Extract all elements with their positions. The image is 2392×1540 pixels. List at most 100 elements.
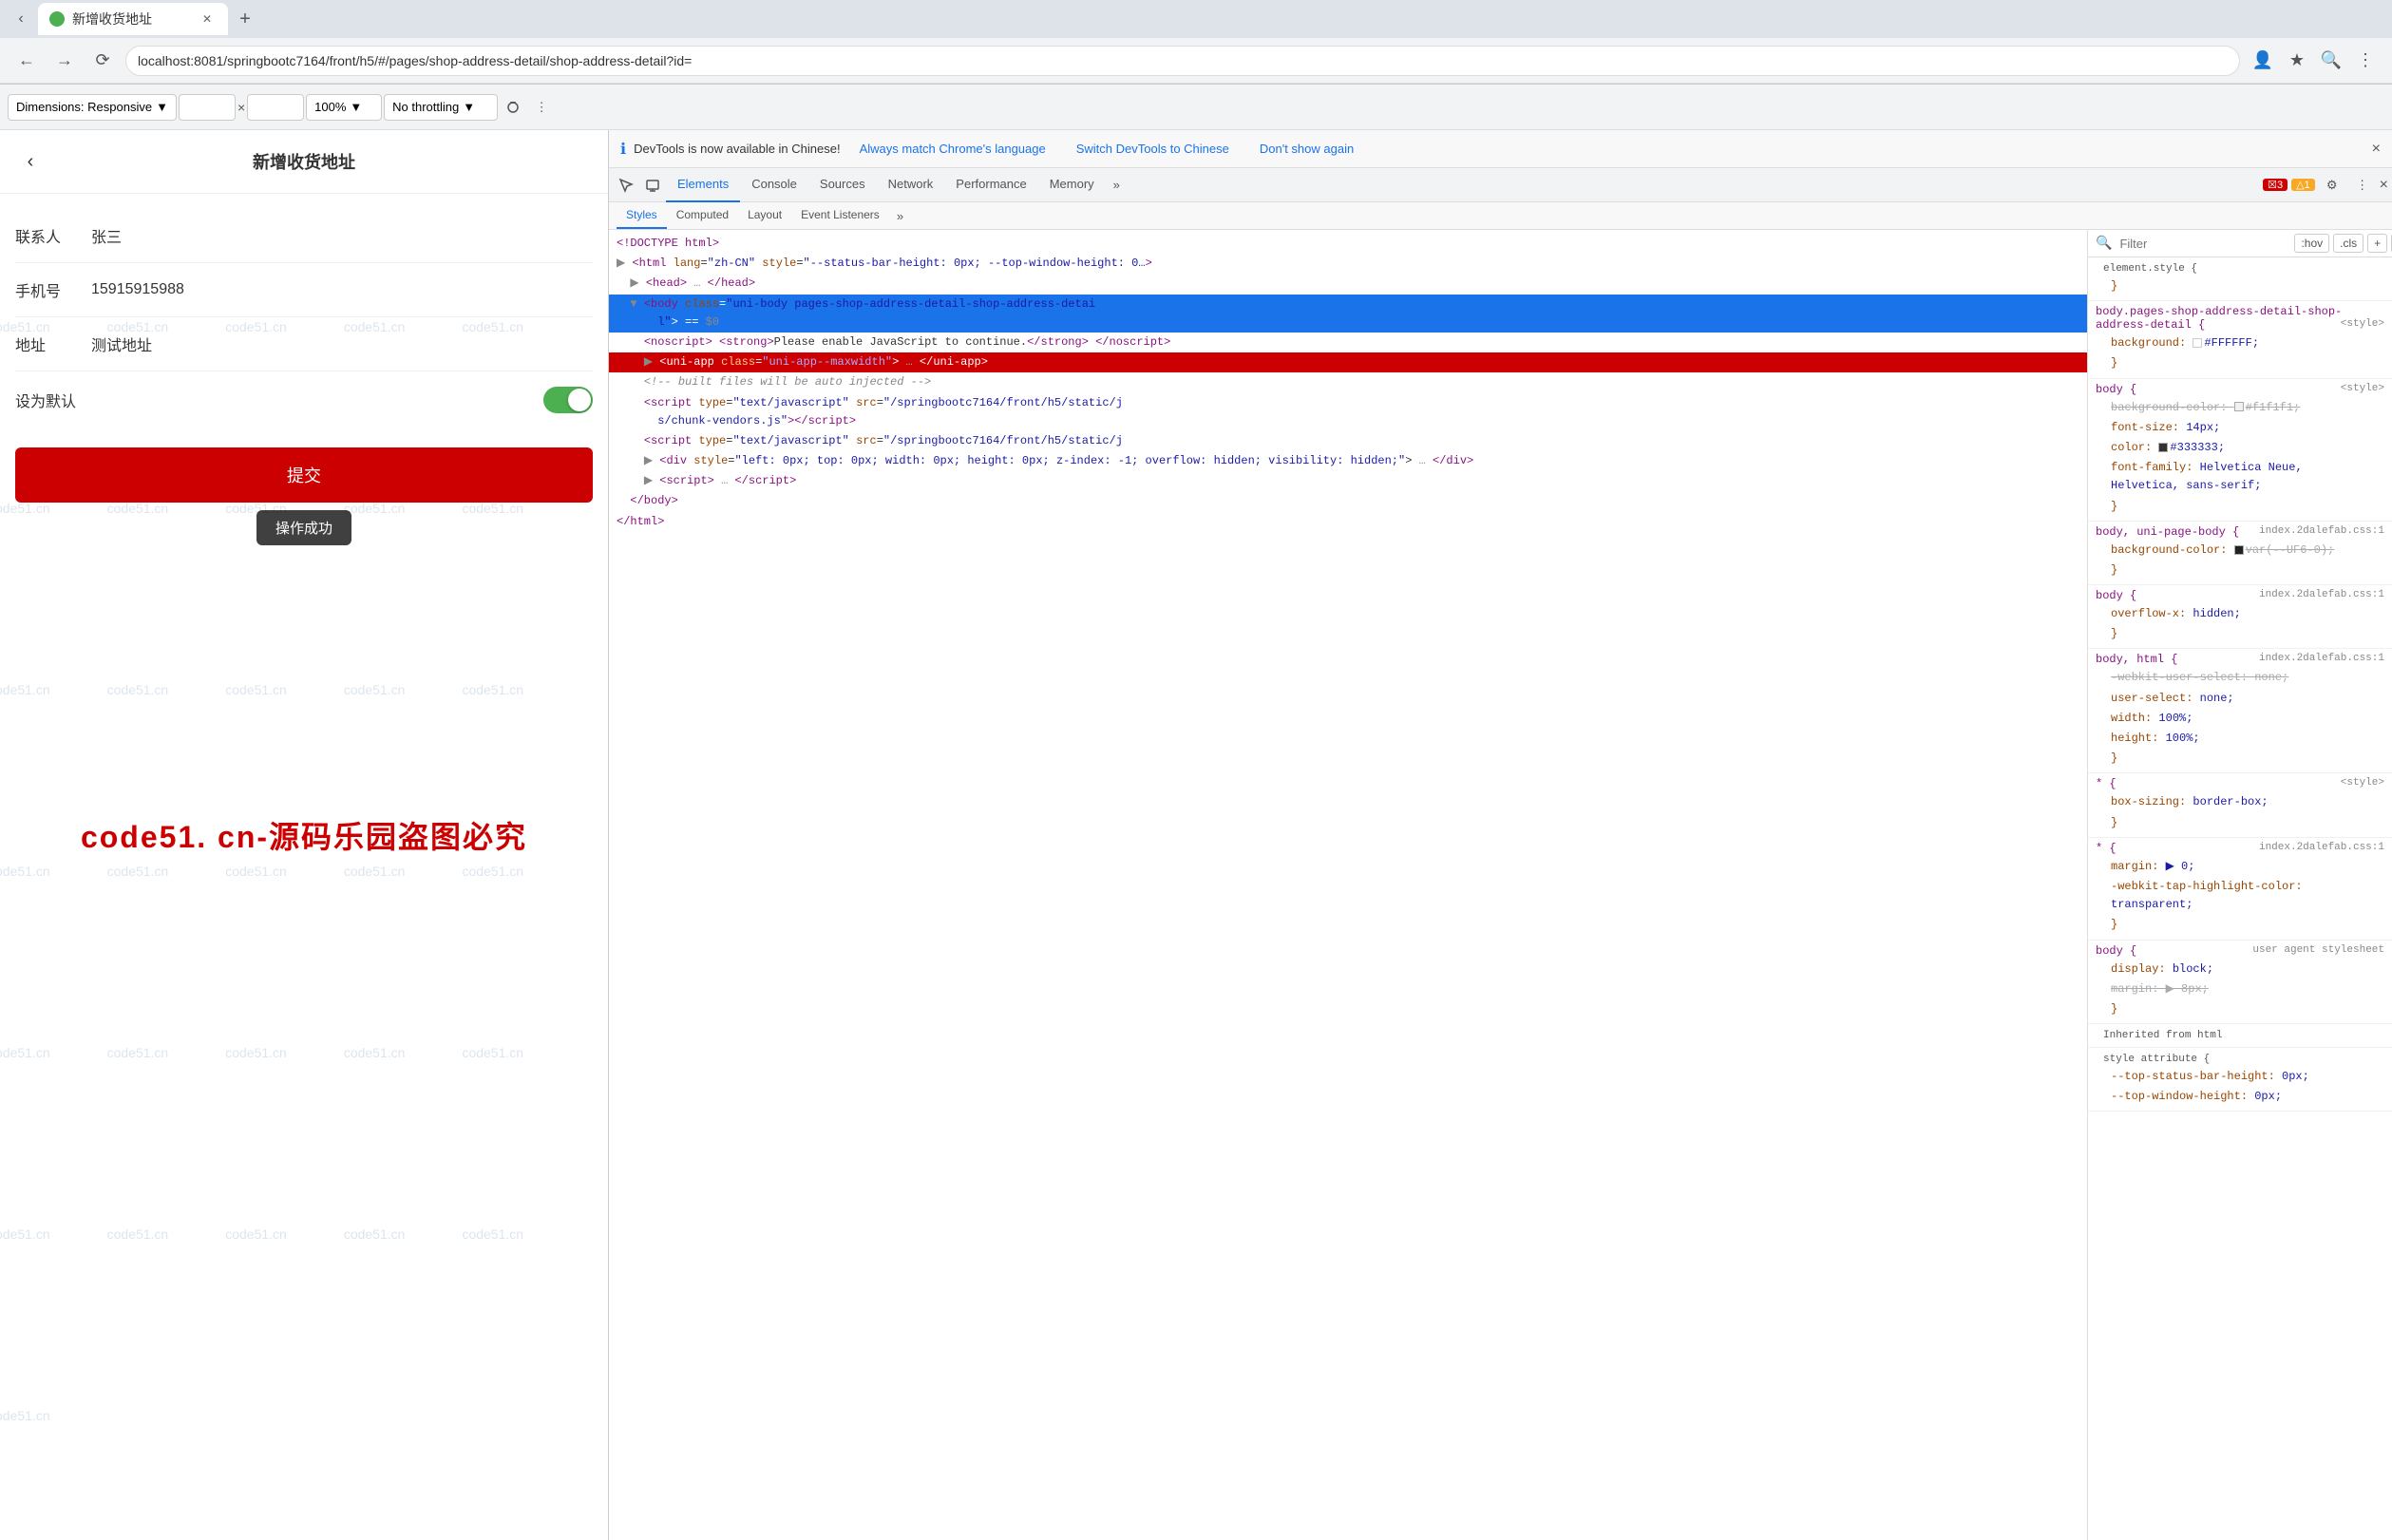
new-tab-button[interactable]: + [232, 6, 258, 32]
style-fontsize-prop: font-size: 14px; [2096, 418, 2384, 438]
active-tab[interactable]: 新增收货地址 ✕ [38, 3, 228, 35]
back-button[interactable]: ‹ [15, 146, 46, 177]
tab-network[interactable]: Network [877, 168, 945, 202]
style-selector: body { <style> [2096, 383, 2384, 396]
code-comment: <!-- built files will be auto injected -… [609, 372, 2087, 392]
html-panel[interactable]: <!DOCTYPE html> ▶ <html lang="zh-CN" sty… [609, 230, 2088, 1540]
responsive-mode-btn[interactable] [639, 172, 666, 199]
address-value: 测试地址 [91, 333, 152, 355]
tab-memory[interactable]: Memory [1038, 168, 1106, 202]
watermark-overlay: code51. cn-源码乐园盗图必究 [0, 813, 608, 857]
forward-button[interactable]: → [49, 46, 80, 76]
address-bar[interactable]: localhost:8081/springbootc7164/front/h5/… [125, 46, 2240, 76]
always-match-language-btn[interactable]: Always match Chrome's language [848, 138, 1057, 160]
style-color-prop: color: #333333; [2096, 438, 2384, 458]
tab-nav-back[interactable]: ‹ [8, 6, 34, 32]
tab-styles[interactable]: Styles [617, 202, 667, 229]
code-html-close: </html> [609, 512, 2087, 532]
tab-sources[interactable]: Sources [808, 168, 877, 202]
more-options-btn[interactable]: ⋮ [528, 94, 555, 121]
default-toggle-label: 设为默认 [15, 389, 543, 411]
switch-to-chinese-btn[interactable]: Switch DevTools to Chinese [1065, 138, 1241, 160]
browser-chrome: ‹ 新增收货地址 ✕ + ← → ⟳ localhost:8081/spring… [0, 0, 2392, 85]
style-top-window-prop: --top-window-height: 0px; [2096, 1087, 2384, 1107]
page-content: ‹ 新增收货地址 联系人 张三 手机号 15915915988 地址 测试地址 … [0, 130, 608, 553]
height-input[interactable]: 746 [247, 94, 304, 121]
more-options-btn[interactable]: ⋮ [2349, 172, 2376, 199]
zoom-icon[interactable]: 🔍 [2316, 46, 2346, 76]
style-close-brace: } [2096, 561, 2384, 580]
page-header: ‹ 新增收货地址 [0, 130, 608, 194]
body-style-rule: body { <style> background-color: #f1f1f1… [2088, 379, 2392, 522]
style-close-brace: } [2096, 624, 2384, 644]
code-doctype: <!DOCTYPE html> [609, 234, 2087, 254]
tab-close-btn[interactable]: ✕ [198, 10, 217, 29]
style-selector: * { <style> [2096, 777, 2384, 790]
submit-button[interactable]: 提交 [15, 447, 593, 503]
hover-filter-btn[interactable]: :hov [2294, 234, 2329, 253]
style-boxsizing-prop: box-sizing: border-box; [2096, 792, 2384, 812]
url-text: localhost:8081/springbootc7164/front/h5/… [138, 53, 692, 68]
warning-badge: △ 1 [2291, 179, 2315, 191]
style-selector: body { user agent stylesheet [2096, 944, 2384, 958]
width-input[interactable]: 400 [179, 94, 236, 121]
inherited-label: Inherited from html [2096, 1028, 2384, 1043]
phone-value: 15915915988 [91, 281, 184, 298]
dimensions-select[interactable]: Dimensions: Responsive ▼ [8, 94, 177, 121]
inspect-element-btn[interactable] [613, 172, 639, 199]
contact-value: 张三 [91, 224, 122, 247]
profile-icon[interactable]: 👤 [2248, 46, 2278, 76]
style-source: <style> [2341, 318, 2384, 330]
body-pages-style-rule: body.pages-shop-address-detail-shop-addr… [2088, 301, 2392, 378]
inherited-header: Inherited from html [2088, 1024, 2392, 1048]
bookmark-icon[interactable]: ★ [2282, 46, 2312, 76]
tab-layout[interactable]: Layout [738, 202, 791, 229]
back-button[interactable]: ← [11, 46, 42, 76]
zoom-select[interactable]: 100% ▼ [306, 94, 382, 121]
style-webkit-user-select-prop: -webkit-user-select: none; [2096, 668, 2384, 688]
menu-button[interactable]: ⋮ [2350, 46, 2381, 76]
default-toggle[interactable] [543, 387, 593, 413]
chevron-down-icon: ▼ [463, 100, 475, 114]
body-uni-page-style-rule: body, uni-page-body { index.2dalefab.css… [2088, 522, 2392, 585]
style-close-brace: } [2096, 749, 2384, 769]
devtools-action-icons: ☒ 3 △ 1 ⚙ ⋮ × [2263, 172, 2388, 199]
tab-performance[interactable]: Performance [944, 168, 1037, 202]
nav-icons: 👤 ★ 🔍 ⋮ [2248, 46, 2381, 76]
dont-show-again-btn[interactable]: Don't show again [1248, 138, 1365, 160]
style-source: <style> [2341, 777, 2384, 789]
code-panel: <!DOCTYPE html> ▶ <html lang="zh-CN" sty… [609, 230, 2392, 1540]
cls-filter-btn[interactable]: .cls [2333, 234, 2364, 253]
address-label: 地址 [15, 333, 91, 355]
element-style-label: element.style { [2096, 261, 2384, 276]
web-preview: code51.cn code51.cn code51.cn code51.cn … [0, 130, 608, 1540]
phone-field: 手机号 15915915988 [15, 263, 593, 317]
more-style-tabs-btn[interactable]: » [889, 209, 911, 223]
more-tabs-btn[interactable]: » [1106, 178, 1128, 192]
code-div: ▶ <div style="left: 0px; top: 0px; width… [609, 451, 2087, 471]
style-user-select-prop: user-select: none; [2096, 689, 2384, 709]
tab-console[interactable]: Console [740, 168, 808, 202]
close-devtools-btn[interactable]: × [2380, 177, 2388, 194]
devtools-tab-bar: Elements Console Sources Network Perform… [609, 168, 2392, 202]
filter-input[interactable] [2119, 237, 2287, 251]
style-selector: body.pages-shop-address-detail-shop-addr… [2096, 305, 2384, 332]
style-fontfamily-prop: font-family: Helvetica Neue, Helvetica, … [2096, 458, 2384, 496]
color-swatch [2158, 443, 2168, 452]
code-body-tag[interactable]: ▼ <body class="uni-body pages-shop-addre… [609, 295, 2087, 333]
contact-label: 联系人 [15, 224, 91, 247]
code-body-close: </body> [609, 491, 2087, 511]
capture-screenshot-btn[interactable] [500, 94, 526, 121]
settings-btn[interactable]: ⚙ [2319, 172, 2345, 199]
add-style-btn[interactable]: + [2367, 234, 2387, 253]
tab-title: 新增收货地址 [72, 10, 152, 29]
tab-elements[interactable]: Elements [666, 168, 740, 202]
body-ua-style-rule: body { user agent stylesheet display: bl… [2088, 941, 2392, 1025]
throttle-select[interactable]: No throttling ▼ [384, 94, 498, 121]
reload-button[interactable]: ⟳ [87, 46, 118, 76]
tab-computed[interactable]: Computed [667, 202, 738, 229]
close-notification-btn[interactable]: × [2372, 141, 2381, 158]
style-selector: * { index.2dalefab.css:1 [2096, 842, 2384, 855]
style-selector: body, html { index.2dalefab.css:1 [2096, 653, 2384, 666]
tab-event-listeners[interactable]: Event Listeners [791, 202, 889, 229]
